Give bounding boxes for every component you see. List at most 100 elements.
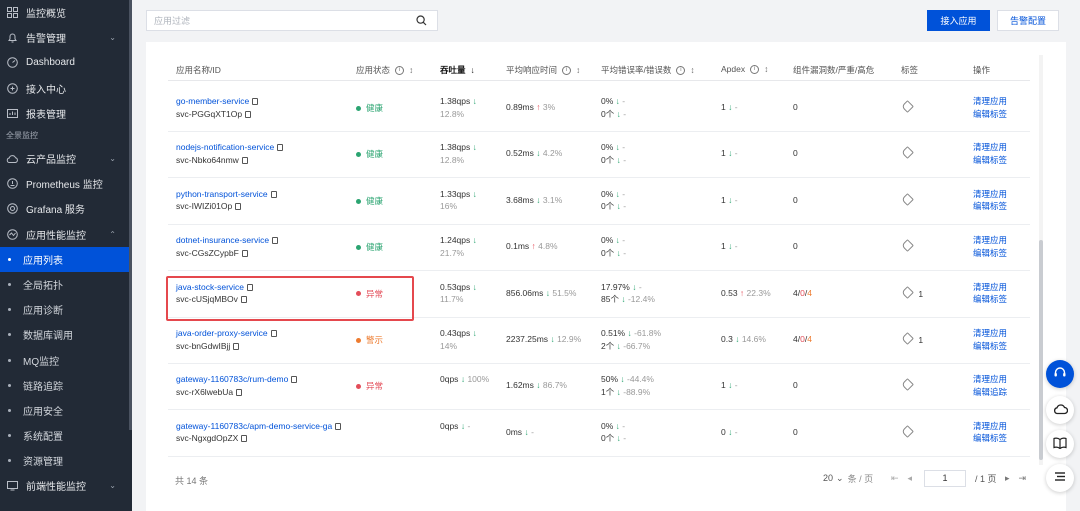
clean-app-link[interactable]: 清理应用 [973, 327, 1007, 340]
tags-cell[interactable]: 1 [901, 332, 923, 347]
copy-icon[interactable] [335, 422, 342, 430]
clean-app-link[interactable]: 清理应用 [973, 373, 1007, 386]
app-name-link[interactable]: dotnet-insurance-service [176, 235, 269, 245]
sort-icon[interactable]: ↕ [764, 64, 768, 74]
sidebar-subitem[interactable]: 资源管理 [0, 448, 132, 473]
sidebar-subitem[interactable]: 应用安全 [0, 398, 132, 423]
sort-icon[interactable]: ↕ [690, 65, 694, 75]
edit-tags-link[interactable]: 编辑标签 [973, 293, 1007, 306]
sidebar-subitem[interactable]: 数据库调用 [0, 322, 132, 347]
col-latency-header[interactable]: 平均响应时间 i ↕ [506, 64, 580, 76]
clean-app-link[interactable]: 清理应用 [973, 420, 1007, 433]
copy-icon[interactable] [291, 376, 298, 384]
info-icon[interactable]: i [395, 65, 405, 75]
clean-app-link[interactable]: 清理应用 [973, 95, 1007, 108]
sidebar-subitem[interactable]: 应用诊断 [0, 297, 132, 322]
tags-cell[interactable] [901, 192, 914, 208]
chevron-icon[interactable]: ⌄ [109, 481, 116, 490]
prev-page-icon[interactable]: ◂ [908, 473, 913, 484]
sidebar-subitem[interactable]: 全局拓扑 [0, 272, 132, 297]
tags-cell[interactable]: 1 [901, 285, 923, 301]
edit-tags-link[interactable]: 编辑标签 [973, 108, 1007, 121]
search-input[interactable] [154, 15, 404, 26]
page-size-select[interactable]: 20 ⌄ 条 / 页 [823, 468, 873, 488]
tag-icon[interactable] [901, 424, 914, 438]
alert-config-button[interactable]: 告警配置 [997, 10, 1059, 31]
tag-icon[interactable] [901, 239, 914, 253]
copy-icon[interactable] [233, 342, 240, 350]
sidebar-item[interactable]: 前端性能监控 ⌄ [0, 473, 132, 498]
add-application-button[interactable]: 接入应用 [927, 10, 990, 31]
menu-button[interactable] [1046, 464, 1074, 492]
table-scroll-thumb[interactable] [1039, 240, 1043, 460]
sidebar-item[interactable]: 云产品监控 ⌄ [0, 146, 132, 171]
edit-tags-link[interactable]: 编辑标签 [973, 432, 1007, 445]
tag-icon[interactable] [901, 146, 914, 160]
sort-icon[interactable]: ↕ [409, 65, 413, 75]
app-name-link[interactable]: python-transport-service [176, 189, 268, 199]
tags-cell[interactable] [901, 146, 914, 161]
copy-icon[interactable] [277, 144, 284, 152]
info-icon[interactable]: i [562, 65, 572, 75]
last-page-icon[interactable]: ⇥ [1019, 473, 1027, 484]
col-apdex-header[interactable]: Apdex i ↕ [721, 64, 768, 74]
col-status-header[interactable]: 应用状态 i ↕ [356, 64, 413, 76]
search-box[interactable] [146, 10, 438, 31]
chevron-icon[interactable]: ⌄ [109, 154, 116, 163]
app-name-link[interactable]: java-order-proxy-service [176, 328, 268, 338]
sort-desc-icon[interactable]: ↓ [471, 65, 475, 75]
clean-app-link[interactable]: 清理应用 [973, 188, 1007, 201]
copy-icon[interactable] [241, 156, 248, 164]
docs-button[interactable] [1046, 430, 1074, 458]
tag-icon[interactable] [901, 332, 914, 345]
edit-tags-link[interactable]: 编辑标签 [973, 200, 1007, 213]
first-page-icon[interactable]: ⇤ [891, 473, 899, 484]
copy-icon[interactable] [236, 388, 243, 396]
app-name-link[interactable]: gateway-1160783c/rum-demo [176, 374, 288, 384]
col-throughput-header[interactable]: 吞吐量 ↓ [440, 64, 475, 76]
app-name-link[interactable]: gateway-1160783c/apm-demo-service-ga [176, 421, 332, 431]
tag-icon[interactable] [901, 378, 914, 392]
tags-cell[interactable] [901, 239, 914, 254]
clean-app-link[interactable]: 清理应用 [973, 141, 1007, 154]
tag-icon[interactable] [901, 100, 914, 113]
app-name-link[interactable]: nodejs-notification-service [176, 142, 274, 152]
tags-cell[interactable] [901, 424, 914, 440]
clean-app-link[interactable]: 清理应用 [973, 234, 1007, 247]
sidebar-item[interactable]: 告警管理 ⌄ [0, 25, 132, 50]
col-error-header[interactable]: 平均错误率/错误数 i ↕ [601, 64, 695, 76]
info-icon[interactable]: i [676, 65, 686, 75]
sort-icon[interactable]: ↕ [576, 65, 580, 75]
sidebar-subitem[interactable]: MQ监控 [0, 347, 132, 372]
copy-icon[interactable] [272, 237, 279, 245]
sidebar-subitem[interactable]: 应用列表 [0, 246, 132, 272]
next-page-icon[interactable]: ▸ [1005, 473, 1010, 484]
sidebar-item[interactable]: 接入中心 [0, 76, 132, 101]
edit-tags-link[interactable]: 编辑标签 [973, 154, 1007, 167]
copy-icon[interactable] [241, 249, 248, 257]
sidebar-scrollbar[interactable] [129, 0, 132, 430]
chevron-icon[interactable]: ⌄ [109, 33, 116, 42]
tag-icon[interactable] [901, 285, 914, 299]
copy-icon[interactable] [241, 435, 248, 443]
copy-icon[interactable] [270, 330, 277, 337]
tag-icon[interactable] [901, 192, 914, 206]
sidebar-item[interactable]: 报表管理 [0, 101, 132, 126]
sidebar-item[interactable]: 应用性能监控 ⌃ [0, 222, 132, 247]
search-icon[interactable] [416, 15, 427, 28]
tags-cell[interactable] [901, 100, 914, 115]
customer-service-button[interactable] [1046, 360, 1074, 388]
sidebar-subitem[interactable]: 链路追踪 [0, 373, 132, 398]
edit-tags-link[interactable]: 编辑标签 [973, 247, 1007, 260]
sidebar-item[interactable]: Dashboard [0, 50, 132, 75]
sidebar-subitem[interactable]: 系统配置 [0, 423, 132, 448]
edit-tags-link[interactable]: 编辑标签 [973, 340, 1007, 353]
sidebar-item[interactable]: Prometheus 监控 [0, 171, 132, 196]
clean-app-link[interactable]: 清理应用 [973, 281, 1007, 294]
sidebar-item[interactable]: Grafana 服务 [0, 196, 132, 221]
copy-icon[interactable] [235, 203, 242, 211]
copy-icon[interactable] [245, 110, 252, 118]
cloud-button[interactable] [1046, 396, 1074, 424]
chevron-down-icon[interactable]: ⌄ [836, 473, 844, 484]
edit-tags-link[interactable]: 编辑追踪 [973, 386, 1007, 399]
